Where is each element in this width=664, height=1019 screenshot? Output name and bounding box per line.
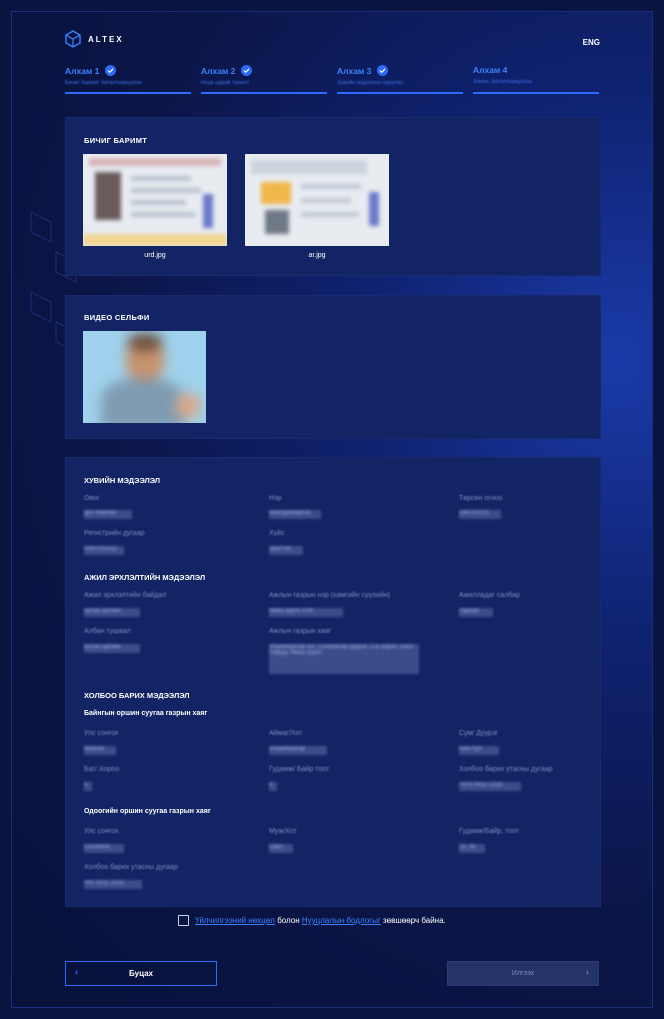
terms-link[interactable]: Үйлчилгээний нөхцөл [195,916,275,925]
documents-card: БИЧИГ БАРИМТ urd.jpg ar.jpg [65,117,601,276]
step-4: Алхам 4 Хянах, баталгаажуулах [473,65,599,94]
send-button-label: Илгээх [511,970,535,977]
chevron-left-icon: ‹ [75,967,79,978]
sector-label: Ажилладаг салбар [459,592,520,599]
phone-label: Холбоо барих утасны дугаар [459,766,553,773]
soum-label: Сум/ Дүүрэг [459,730,498,737]
company-name-value: Мика групп ХХК [269,608,343,617]
chevron-right-icon: › [585,967,589,978]
sector-value: Уурхай [459,608,493,617]
document-back-filename: ar.jpg [308,252,326,259]
step-title: Алхам 3 [337,65,372,76]
work-section-title: АЖИЛ ЭРХЛЭЛТИЙН МЭДЭЭЛЭЛ [84,573,206,582]
back-button-label: Буцах [128,969,153,978]
employment-status-value: Бүтэн цагийн [84,608,140,617]
altex-cube-icon [65,30,81,48]
position-label: Албан тушаал [84,628,131,635]
privacy-link[interactable]: Нууцлалын бодлогыг [302,916,381,925]
work-address-label: Ажлын газрын хаяг [269,628,332,635]
selfie-card: ВИДЕО СЕЛЬФИ [65,295,601,439]
current-phone-value: +82 1011 2233 [84,880,142,889]
step-subtitle: Бичиг баримт баталгаажуулах [65,80,143,86]
birth-date-label: Төрсөн огноо [459,495,503,502]
soum-value: Хан-Уул [459,746,499,755]
documents-title: БИЧИГ БАРИМТ [84,136,148,145]
step-1: Алхам 1 Бичиг баримт баталгаажуулах [65,65,191,94]
step-title: Алхам 1 [65,65,100,76]
agreement-checkbox[interactable] [178,915,189,926]
surname-label: Овог [84,495,100,502]
current-phone-label: Холбоо барих утасны дугаар [84,864,178,871]
company-name-label: Ажлын газрын нэр (хамгийн сүүлийн) [269,592,390,599]
bag-value: 5 [84,782,92,791]
agreement-tail: зөвшөөрч байна. [383,916,446,925]
send-button[interactable]: Илгээх › [447,961,599,986]
name-label: Нэр [269,495,282,502]
step-subtitle: Нүүр царай танилт [201,80,250,86]
header: ALTEX ENG [64,30,600,54]
surname-value: Дот-Мөнгөн [84,510,132,519]
register-number-label: Регистрийн дугаар [84,530,145,537]
province-value: Улаанбаатар [269,746,327,755]
brand-name: ALTEX [88,34,124,44]
current-street-label: Гудамж/Байр, тоот [459,828,520,835]
gender-label: Хүйс [269,530,285,537]
name-value: Билгүүнжаргал [269,510,321,519]
back-button[interactable]: ‹ Буцах [65,961,217,986]
street-value: 5 [269,782,277,791]
current-address-title: Одоогийн оршин суугаа газрын хаяг [84,808,211,815]
check-icon [241,65,253,76]
province-label: Аймаг/Хот [269,730,303,737]
country-label: Улс сонгох [84,730,119,737]
current-country-label: Улс сонгох [84,828,119,835]
language-switch[interactable]: ENG [583,38,600,47]
agreement-row: Үйлчилгээний нөхцөл болон Нууцлалын бодл… [178,915,446,926]
contact-section-title: ХОЛБОО БАРИХ МЭДЭЭЛЭЛ [84,691,190,700]
stepper: Алхам 1 Бичиг баримт баталгаажуулах Алха… [65,65,599,94]
page-frame: ALTEX ENG Алхам 1 Бичиг баримт баталгааж… [12,12,652,1007]
street-label: Гудамж/ Байр тоот [269,766,330,773]
work-address-value: Улаанбаатар хот, Сүхбаатар дүүрэг, 1-р х… [269,644,419,674]
register-number-value: УА97010111 [84,546,124,555]
step-subtitle: Хянах, баталгаажуулах [473,79,533,85]
step-title: Алхам 4 [473,65,508,75]
current-state-value: Сөүл [269,844,293,853]
current-country-value: Солонгос [84,844,124,853]
step-2: Алхам 2 Нүүр царай танилт [201,65,327,94]
selfie-video-thumbnail[interactable] [83,331,206,423]
document-front-thumbnail[interactable] [83,154,227,246]
current-street-value: 15, 45 [459,844,485,853]
check-icon [105,65,117,76]
birth-date-value: 1997/01/01 [459,510,501,519]
current-state-label: Муж/Хот [269,828,297,835]
gender-value: Эрэгтэй [269,546,303,555]
step-subtitle: Хувийн мэдээлэл оруулах [337,80,404,86]
agreement-joiner: болон [277,916,300,925]
country-value: Монгол [84,746,116,755]
employment-status-label: Ажил эрхлэлтийн байдал [84,592,167,599]
position-value: Бүтэн цагийн [84,644,140,653]
phone-value: +976 9911 2233 [459,782,521,791]
selfie-title: ВИДЕО СЕЛЬФИ [84,313,150,322]
step-3: Алхам 3 Хувийн мэдээлэл оруулах [337,65,463,94]
personal-section-title: ХУВИЙН МЭДЭЭЛЭЛ [84,476,161,485]
step-title: Алхам 2 [201,65,236,76]
document-back-thumbnail[interactable] [245,154,389,246]
info-card: ХУВИЙН МЭДЭЭЛЭЛ Овог Дот-Мөнгөн Нэр Билг… [65,457,601,907]
bag-label: Баг/ Хороо [84,766,120,773]
logo[interactable]: ALTEX [64,30,124,48]
check-icon [377,65,389,76]
document-front-filename: urd.jpg [144,252,166,259]
permanent-address-title: Байнгын оршин суугаа газрын хаяг [84,710,208,717]
